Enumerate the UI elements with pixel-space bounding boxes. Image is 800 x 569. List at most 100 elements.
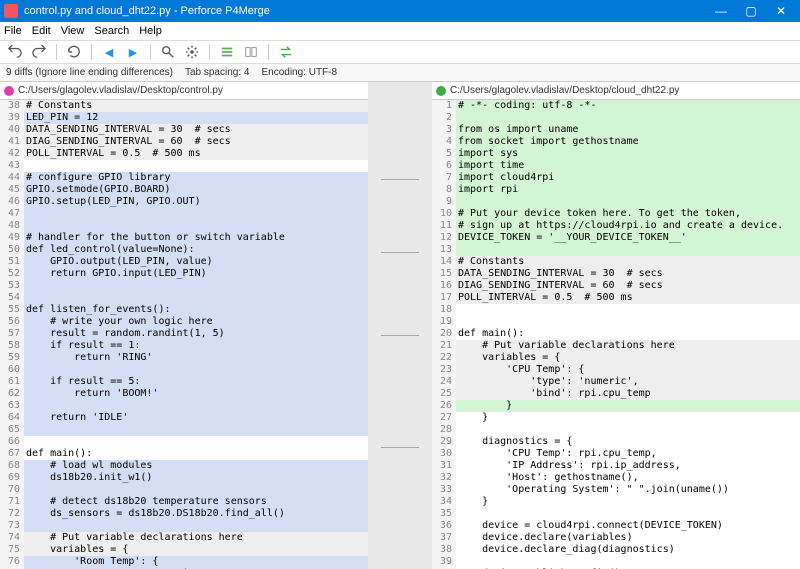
code-line[interactable]: def led_control(value=None): — [24, 244, 368, 256]
refresh-icon[interactable] — [65, 43, 83, 61]
code-line[interactable]: DATA_SENDING_INTERVAL = 30 # secs — [456, 268, 800, 280]
code-line[interactable]: # sign up at https://cloud4rpi.io and cr… — [456, 220, 800, 232]
code-line[interactable]: if result == 1: — [24, 340, 368, 352]
code-line[interactable]: } — [456, 496, 800, 508]
code-line[interactable]: device.declare_diag(diagnostics) — [456, 544, 800, 556]
code-line[interactable]: } — [456, 400, 800, 412]
code-line[interactable] — [24, 400, 368, 412]
code-line[interactable]: 'Room Temp': { — [24, 556, 368, 568]
maximize-icon[interactable]: ▢ — [736, 4, 766, 18]
code-line[interactable]: # write your own logic here — [24, 316, 368, 328]
settings-icon[interactable] — [183, 43, 201, 61]
minimize-icon[interactable]: — — [706, 4, 736, 18]
code-line[interactable]: # Put variable declarations here — [456, 340, 800, 352]
list-view-icon[interactable] — [218, 43, 236, 61]
menu-file[interactable]: File — [4, 25, 22, 37]
code-line[interactable]: 'type': 'numeric', — [456, 376, 800, 388]
line-number: 46 — [0, 196, 24, 208]
code-line[interactable]: # Put your device token here. To get the… — [456, 208, 800, 220]
code-line[interactable]: # configure GPIO library — [24, 172, 368, 184]
code-line[interactable] — [24, 424, 368, 436]
code-line[interactable]: def main(): — [24, 448, 368, 460]
code-line[interactable]: def main(): — [456, 328, 800, 340]
code-line[interactable]: device.declare(variables) — [456, 532, 800, 544]
code-line[interactable] — [24, 160, 368, 172]
code-line[interactable]: import time — [456, 160, 800, 172]
code-line[interactable] — [456, 112, 800, 124]
code-line[interactable]: from socket import gethostname — [456, 136, 800, 148]
code-line[interactable]: return 'IDLE' — [24, 412, 368, 424]
code-line[interactable]: # load wl modules — [24, 460, 368, 472]
code-line[interactable]: from os import uname — [456, 124, 800, 136]
undo-icon[interactable] — [6, 43, 24, 61]
code-line[interactable]: } — [456, 412, 800, 424]
code-line[interactable]: POLL_INTERVAL = 0.5 # 500 ms — [24, 148, 368, 160]
code-line[interactable] — [24, 292, 368, 304]
tree-view-icon[interactable] — [242, 43, 260, 61]
line-number: 58 — [0, 340, 24, 352]
code-line[interactable]: # Put variable declarations here — [24, 532, 368, 544]
code-line[interactable]: DIAG_SENDING_INTERVAL = 60 # secs — [456, 280, 800, 292]
code-line[interactable]: DEVICE_TOKEN = '__YOUR_DEVICE_TOKEN__' — [456, 232, 800, 244]
code-line[interactable]: return 'BOOM!' — [24, 388, 368, 400]
code-line[interactable]: variables = { — [24, 544, 368, 556]
code-line[interactable] — [24, 220, 368, 232]
menu-search[interactable]: Search — [94, 25, 129, 37]
code-line[interactable]: 'CPU Temp': rpi.cpu_temp, — [456, 448, 800, 460]
code-line[interactable] — [24, 520, 368, 532]
menu-edit[interactable]: Edit — [32, 25, 51, 37]
menu-help[interactable]: Help — [139, 25, 162, 37]
code-line[interactable] — [456, 508, 800, 520]
code-line[interactable] — [24, 436, 368, 448]
code-line[interactable]: 'IP Address': rpi.ip_address, — [456, 460, 800, 472]
code-line[interactable] — [456, 244, 800, 256]
code-line[interactable]: diagnostics = { — [456, 436, 800, 448]
code-line[interactable]: LED_PIN = 12 — [24, 112, 368, 124]
code-line[interactable]: 'Host': gethostname(), — [456, 472, 800, 484]
code-line[interactable]: ds18b20.init_w1() — [24, 472, 368, 484]
prev-diff-icon[interactable]: ◀ — [100, 43, 118, 61]
code-line[interactable]: return 'RING' — [24, 352, 368, 364]
code-line[interactable]: GPIO.output(LED_PIN, value) — [24, 256, 368, 268]
code-line[interactable]: 'Operating System': " ".join(uname()) — [456, 484, 800, 496]
code-line[interactable]: # detect ds18b20 temperature sensors — [24, 496, 368, 508]
code-line[interactable] — [456, 196, 800, 208]
code-line[interactable] — [456, 304, 800, 316]
code-line[interactable]: POLL_INTERVAL = 0.5 # 500 ms — [456, 292, 800, 304]
swap-icon[interactable] — [277, 43, 295, 61]
code-line[interactable]: device = cloud4rpi.connect(DEVICE_TOKEN) — [456, 520, 800, 532]
right-code[interactable]: 1# -*- coding: utf-8 -*-23from os import… — [432, 100, 800, 569]
code-line[interactable]: ds_sensors = ds18b20.DS18b20.find_all() — [24, 508, 368, 520]
left-code[interactable]: 38# Constants39LED_PIN = 1240DATA_SENDIN… — [0, 100, 368, 569]
code-line[interactable] — [456, 316, 800, 328]
redo-icon[interactable] — [30, 43, 48, 61]
code-line[interactable]: DATA_SENDING_INTERVAL = 30 # secs — [24, 124, 368, 136]
code-line[interactable]: 'bind': rpi.cpu_temp — [456, 388, 800, 400]
code-line[interactable]: def listen_for_events(): — [24, 304, 368, 316]
code-line[interactable] — [456, 556, 800, 568]
code-line[interactable] — [24, 364, 368, 376]
code-line[interactable] — [456, 424, 800, 436]
code-line[interactable]: # handler for the button or switch varia… — [24, 232, 368, 244]
code-line[interactable]: variables = { — [456, 352, 800, 364]
code-line[interactable]: # -*- coding: utf-8 -*- — [456, 100, 800, 112]
menu-view[interactable]: View — [61, 25, 85, 37]
code-line[interactable] — [24, 208, 368, 220]
next-diff-icon[interactable]: ▶ — [124, 43, 142, 61]
code-line[interactable]: import cloud4rpi — [456, 172, 800, 184]
code-line[interactable]: return GPIO.input(LED_PIN) — [24, 268, 368, 280]
code-line[interactable]: if result == 5: — [24, 376, 368, 388]
code-line[interactable]: GPIO.setup(LED_PIN, GPIO.OUT) — [24, 196, 368, 208]
close-icon[interactable]: ✕ — [766, 4, 796, 18]
code-line[interactable] — [24, 484, 368, 496]
code-line[interactable]: 'CPU Temp': { — [456, 364, 800, 376]
code-line[interactable]: DIAG_SENDING_INTERVAL = 60 # secs — [24, 136, 368, 148]
code-line[interactable]: # Constants — [24, 100, 368, 112]
code-line[interactable] — [24, 280, 368, 292]
code-line[interactable]: import rpi — [456, 184, 800, 196]
code-line[interactable]: # Constants — [456, 256, 800, 268]
code-line[interactable]: GPIO.setmode(GPIO.BOARD) — [24, 184, 368, 196]
search-icon[interactable] — [159, 43, 177, 61]
code-line[interactable]: result = random.randint(1, 5) — [24, 328, 368, 340]
code-line[interactable]: import sys — [456, 148, 800, 160]
